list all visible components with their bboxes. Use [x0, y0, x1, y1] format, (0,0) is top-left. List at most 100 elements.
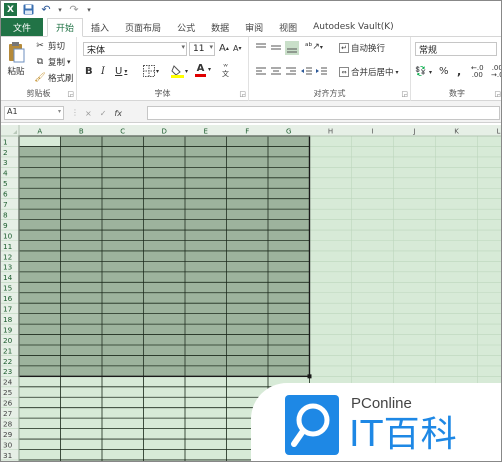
align-right-button[interactable]	[285, 67, 297, 77]
row-header-6[interactable]: 6	[3, 190, 8, 199]
active-cell[interactable]	[19, 136, 61, 147]
row-header-10[interactable]: 10	[3, 231, 13, 240]
row-header-7[interactable]: 7	[3, 200, 8, 209]
tab-5[interactable]: 数据	[203, 18, 237, 36]
cancel-icon[interactable]: ×	[85, 109, 92, 118]
phonetic-button[interactable]: ᵂ文	[222, 64, 229, 78]
wrap-text-button[interactable]: ↵ 自动换行	[339, 42, 385, 54]
column-header-D[interactable]: D	[162, 128, 167, 136]
percent-button[interactable]: %	[439, 66, 449, 77]
row-header-14[interactable]: 14	[3, 273, 13, 282]
row-header-15[interactable]: 15	[3, 284, 12, 293]
format-painter-button[interactable]: 🖌 格式刷	[34, 72, 73, 84]
row-header-28[interactable]: 28	[3, 419, 13, 428]
row-header-26[interactable]: 26	[3, 399, 13, 408]
row-header-18[interactable]: 18	[3, 315, 13, 324]
undo-dropdown-icon[interactable]: ▾	[57, 3, 63, 17]
copy-button[interactable]: ⧉ 复制 ▾	[34, 56, 71, 68]
tab-7[interactable]: 视图	[271, 18, 305, 36]
fill-color-button[interactable]: ▾	[171, 64, 188, 78]
row-header-13[interactable]: 13	[3, 263, 13, 272]
number-launcher-icon[interactable]: ◲	[494, 90, 501, 98]
enter-icon[interactable]: ✓	[100, 109, 107, 118]
number-format-select[interactable]: 常规	[415, 42, 497, 56]
tab-1[interactable]: 开始	[47, 18, 84, 37]
tab-3[interactable]: 页面布局	[117, 18, 169, 36]
clipboard-launcher-icon[interactable]: ◲	[67, 90, 74, 98]
fill-handle[interactable]	[307, 374, 312, 379]
row-header-22[interactable]: 22	[3, 357, 12, 366]
selected-range[interactable]	[19, 136, 310, 377]
row-header-24[interactable]: 24	[3, 378, 13, 387]
row-header-17[interactable]: 17	[3, 305, 13, 314]
redo-icon[interactable]: ↷	[67, 3, 81, 17]
tab-4[interactable]: 公式	[169, 18, 203, 36]
borders-button[interactable]: ▾	[143, 65, 159, 77]
decrease-indent-button[interactable]	[301, 67, 313, 77]
column-header-F[interactable]: F	[245, 128, 249, 136]
font-name-select[interactable]: 宋体 ▾	[83, 42, 187, 56]
column-header-C[interactable]: C	[120, 128, 125, 136]
column-header-L[interactable]: L	[497, 128, 501, 136]
row-header-11[interactable]: 11	[3, 242, 12, 251]
alignment-launcher-icon[interactable]: ◲	[401, 90, 408, 98]
font-size-select[interactable]: 11 ▾	[189, 42, 215, 56]
row-header-2[interactable]: 2	[3, 148, 8, 157]
row-header-8[interactable]: 8	[3, 210, 8, 219]
tab-0[interactable]: 文件	[1, 18, 44, 36]
name-box[interactable]: A1 ▾	[4, 106, 64, 120]
align-left-button[interactable]	[255, 67, 267, 77]
align-top-button[interactable]	[255, 43, 267, 53]
insert-function-icon[interactable]: fx	[114, 109, 122, 118]
column-header-K[interactable]: K	[454, 128, 459, 136]
decrease-decimal-button[interactable]: .00→.0	[491, 65, 501, 79]
row-header-31[interactable]: 31	[3, 451, 12, 460]
column-header-E[interactable]: E	[204, 128, 208, 136]
column-header-A[interactable]: A	[37, 128, 42, 136]
row-header-30[interactable]: 30	[3, 440, 13, 449]
increase-indent-button[interactable]	[316, 67, 328, 77]
paste-button[interactable]: 粘贴	[5, 41, 27, 77]
column-header-H[interactable]: H	[328, 128, 333, 136]
undo-icon[interactable]: ↶	[39, 3, 53, 17]
row-header-3[interactable]: 3	[3, 158, 8, 167]
font-color-button[interactable]: A	[195, 64, 206, 77]
align-center-button[interactable]	[270, 67, 282, 77]
row-header-1[interactable]: 1	[3, 137, 8, 146]
accounting-format-button[interactable]: 💱 ▾	[415, 66, 432, 78]
comma-style-button[interactable]: ,	[457, 65, 461, 78]
tab-8[interactable]: Autodesk Vault(K)	[305, 18, 402, 36]
column-header-I[interactable]: I	[371, 128, 373, 136]
customize-qat-icon[interactable]: ▾	[85, 3, 93, 17]
orientation-button[interactable]: ᵃᵇ↗ ▾	[305, 42, 323, 52]
row-header-19[interactable]: 19	[3, 325, 13, 334]
underline-button[interactable]: U ▾	[115, 66, 127, 77]
column-header-G[interactable]: G	[286, 128, 291, 136]
row-header-4[interactable]: 4	[3, 169, 8, 178]
row-header-29[interactable]: 29	[3, 430, 13, 439]
row-header-27[interactable]: 27	[3, 409, 13, 418]
font-color-dropdown-icon[interactable]: ▾	[208, 66, 211, 73]
merge-center-button[interactable]: ⇔ 合并后居中 ▾	[339, 66, 399, 78]
tab-6[interactable]: 审阅	[237, 18, 271, 36]
row-header-23[interactable]: 23	[3, 367, 13, 376]
cut-button[interactable]: ✂ 剪切	[34, 40, 65, 52]
grow-font-button[interactable]: A ▴	[219, 43, 229, 54]
row-header-25[interactable]: 25	[3, 388, 12, 397]
align-bottom-button[interactable]	[285, 41, 299, 55]
font-launcher-icon[interactable]: ◲	[239, 90, 246, 98]
row-header-16[interactable]: 16	[3, 294, 13, 303]
row-header-12[interactable]: 12	[3, 252, 12, 261]
row-header-21[interactable]: 21	[3, 346, 12, 355]
column-header-B[interactable]: B	[79, 128, 84, 136]
tab-2[interactable]: 插入	[83, 18, 117, 36]
column-header-J[interactable]: J	[412, 128, 415, 136]
row-header-9[interactable]: 9	[3, 221, 8, 230]
bold-button[interactable]: B	[85, 66, 93, 77]
row-header-5[interactable]: 5	[3, 179, 8, 188]
italic-button[interactable]: I	[101, 66, 105, 77]
shrink-font-button[interactable]: A ▾	[233, 44, 242, 53]
save-icon[interactable]	[21, 3, 35, 17]
align-middle-button[interactable]	[270, 43, 282, 53]
increase-decimal-button[interactable]: ←.0.00	[471, 65, 484, 79]
